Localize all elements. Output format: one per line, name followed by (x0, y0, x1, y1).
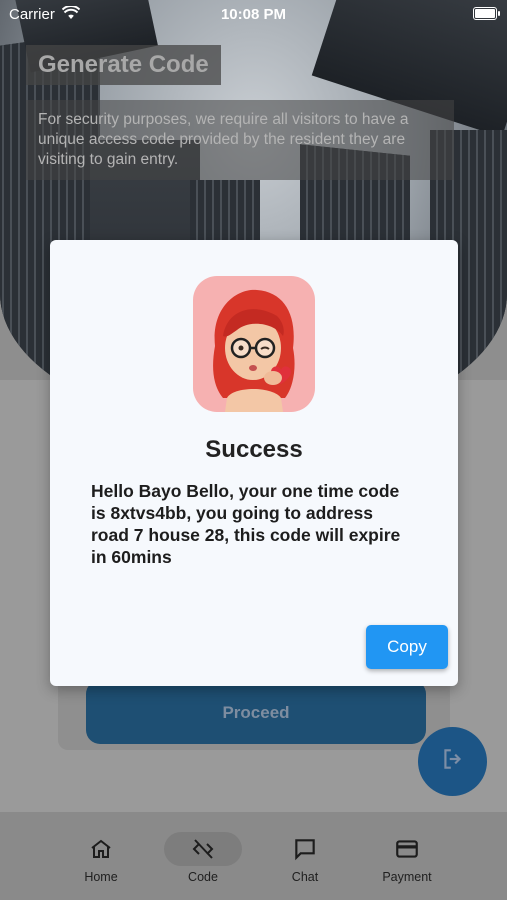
memoji-avatar (193, 276, 315, 412)
dialog-message: Hello Bayo Bello, your one time code is … (91, 481, 401, 567)
chat-icon (265, 832, 345, 866)
battery-icon (473, 7, 500, 20)
nav-item-payment[interactable]: Payment (367, 832, 447, 884)
success-dialog: Success Hello Bayo Bello, your one time … (50, 240, 458, 686)
nav-item-home[interactable]: Home (61, 832, 141, 884)
copy-button[interactable]: Copy (366, 625, 448, 669)
logout-icon (440, 746, 466, 777)
clock: 10:08 PM (220, 6, 287, 23)
dialog-title: Success (205, 436, 303, 463)
logout-fab[interactable] (418, 727, 487, 796)
screen: Carrier 10:08 PM Generate Code For secur… (0, 0, 507, 900)
bottom-navigation: Home Code Chat Payment (0, 812, 507, 900)
nav-label-code: Code (188, 870, 218, 884)
page-title: Generate Code (26, 45, 221, 85)
proceed-button[interactable]: Proceed (86, 680, 426, 744)
page-description: For security purposes, we require all vi… (26, 100, 454, 180)
home-icon (61, 832, 141, 866)
nav-item-chat[interactable]: Chat (265, 832, 345, 884)
nav-label-home: Home (84, 870, 118, 884)
status-bar: Carrier 10:08 PM (0, 0, 507, 30)
nav-label-payment: Payment (382, 870, 432, 884)
credit-card-icon (367, 832, 447, 866)
nav-label-chat: Chat (291, 870, 319, 884)
nav-item-code[interactable]: Code (163, 832, 243, 884)
code-off-icon (164, 832, 242, 866)
